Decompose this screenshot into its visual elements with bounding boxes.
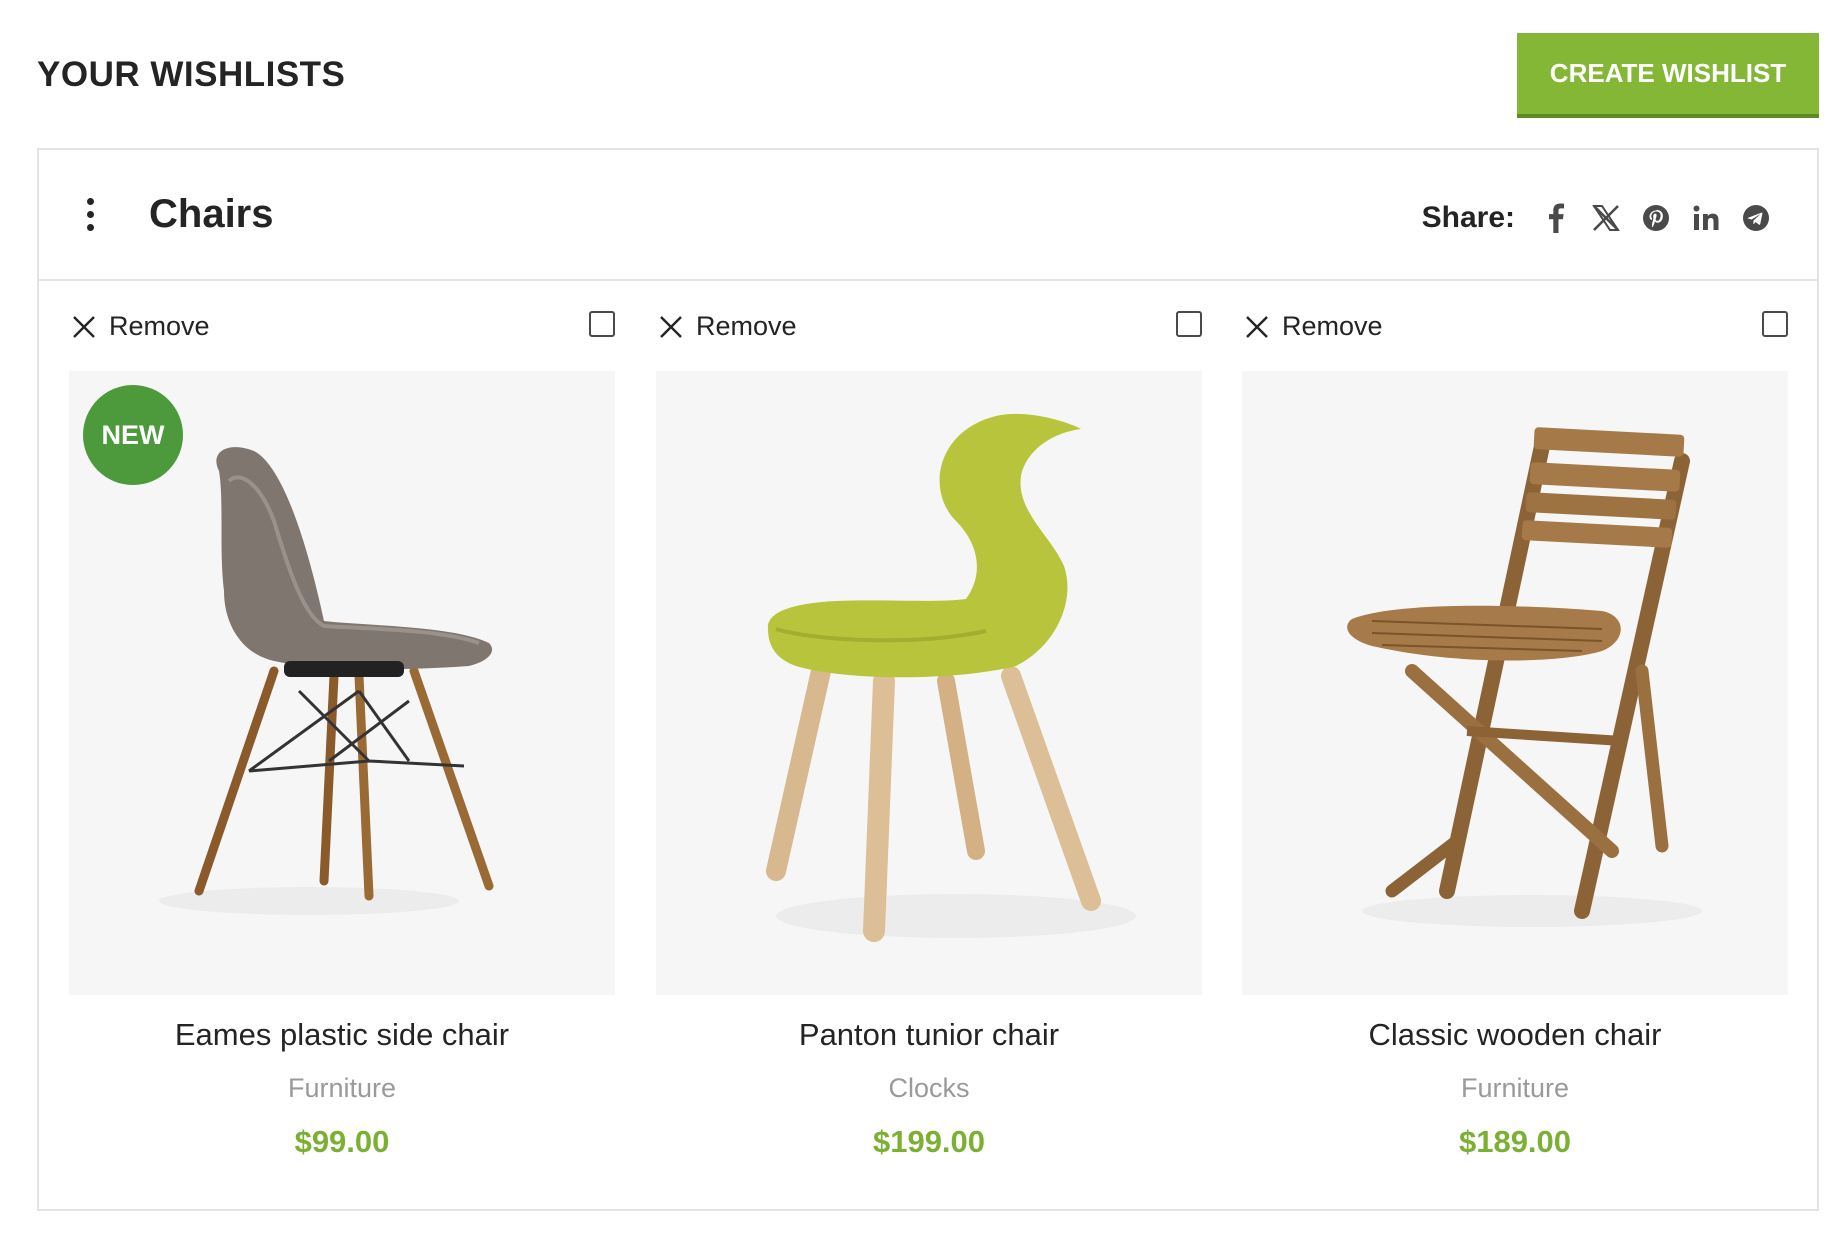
product-name[interactable]: Panton tunior chair xyxy=(656,1017,1202,1053)
product-image[interactable] xyxy=(1242,371,1788,995)
product-card: Remove Classic wooden chair Furniture $1… xyxy=(1242,281,1788,1160)
remove-label: Remove xyxy=(1282,311,1383,341)
remove-button[interactable]: Remove xyxy=(658,311,797,342)
wooden-chair-image xyxy=(1347,427,1702,927)
remove-label: Remove xyxy=(109,311,210,341)
product-actions: Remove xyxy=(1242,281,1788,371)
select-checkbox[interactable] xyxy=(589,311,615,337)
page-title: YOUR WISHLISTS xyxy=(37,55,346,94)
product-actions: Remove xyxy=(69,281,615,371)
page-header: YOUR WISHLISTS CREATE WISHLIST xyxy=(37,33,1819,118)
product-price: $189.00 xyxy=(1458,1124,1572,1159)
product-category[interactable]: Clocks xyxy=(656,1073,1202,1104)
close-icon xyxy=(1246,315,1268,338)
product-image[interactable] xyxy=(656,371,1202,995)
x-icon[interactable] xyxy=(1583,196,1629,240)
panton-chair-image xyxy=(766,413,1136,942)
remove-button[interactable]: Remove xyxy=(71,311,210,342)
share-bar: Share: xyxy=(1422,196,1779,240)
select-checkbox[interactable] xyxy=(1176,311,1202,337)
product-name[interactable]: Classic wooden chair xyxy=(1242,1017,1788,1053)
remove-label: Remove xyxy=(696,311,797,341)
product-image[interactable]: NEW xyxy=(69,371,615,995)
wishlist-panel: Chairs Share: Remove NEW Eames plastic s… xyxy=(37,148,1819,1211)
facebook-icon[interactable] xyxy=(1533,196,1579,240)
product-price: $199.00 xyxy=(872,1124,986,1159)
pinterest-icon[interactable] xyxy=(1633,196,1679,240)
remove-button[interactable]: Remove xyxy=(1244,311,1383,342)
product-card: Remove Panton tunior chair Clocks $199.0… xyxy=(656,281,1202,1160)
telegram-icon[interactable] xyxy=(1733,196,1779,240)
wishlist-header: Chairs Share: xyxy=(39,150,1817,281)
create-wishlist-button[interactable]: CREATE WISHLIST xyxy=(1517,33,1819,118)
share-label: Share: xyxy=(1421,201,1515,234)
close-icon xyxy=(73,315,95,338)
product-name[interactable]: Eames plastic side chair xyxy=(69,1017,615,1053)
select-checkbox[interactable] xyxy=(1762,311,1788,337)
more-options-icon[interactable] xyxy=(83,198,97,238)
product-price: $99.00 xyxy=(294,1124,390,1159)
linkedin-icon[interactable] xyxy=(1683,196,1729,240)
product-actions: Remove xyxy=(656,281,1202,371)
wishlist-name: Chairs xyxy=(149,192,274,236)
product-category[interactable]: Furniture xyxy=(1242,1073,1788,1104)
product-category[interactable]: Furniture xyxy=(69,1073,615,1104)
close-icon xyxy=(660,315,682,338)
new-badge: NEW xyxy=(83,385,183,485)
product-card: Remove NEW Eames plastic side chair Furn… xyxy=(69,281,615,1160)
